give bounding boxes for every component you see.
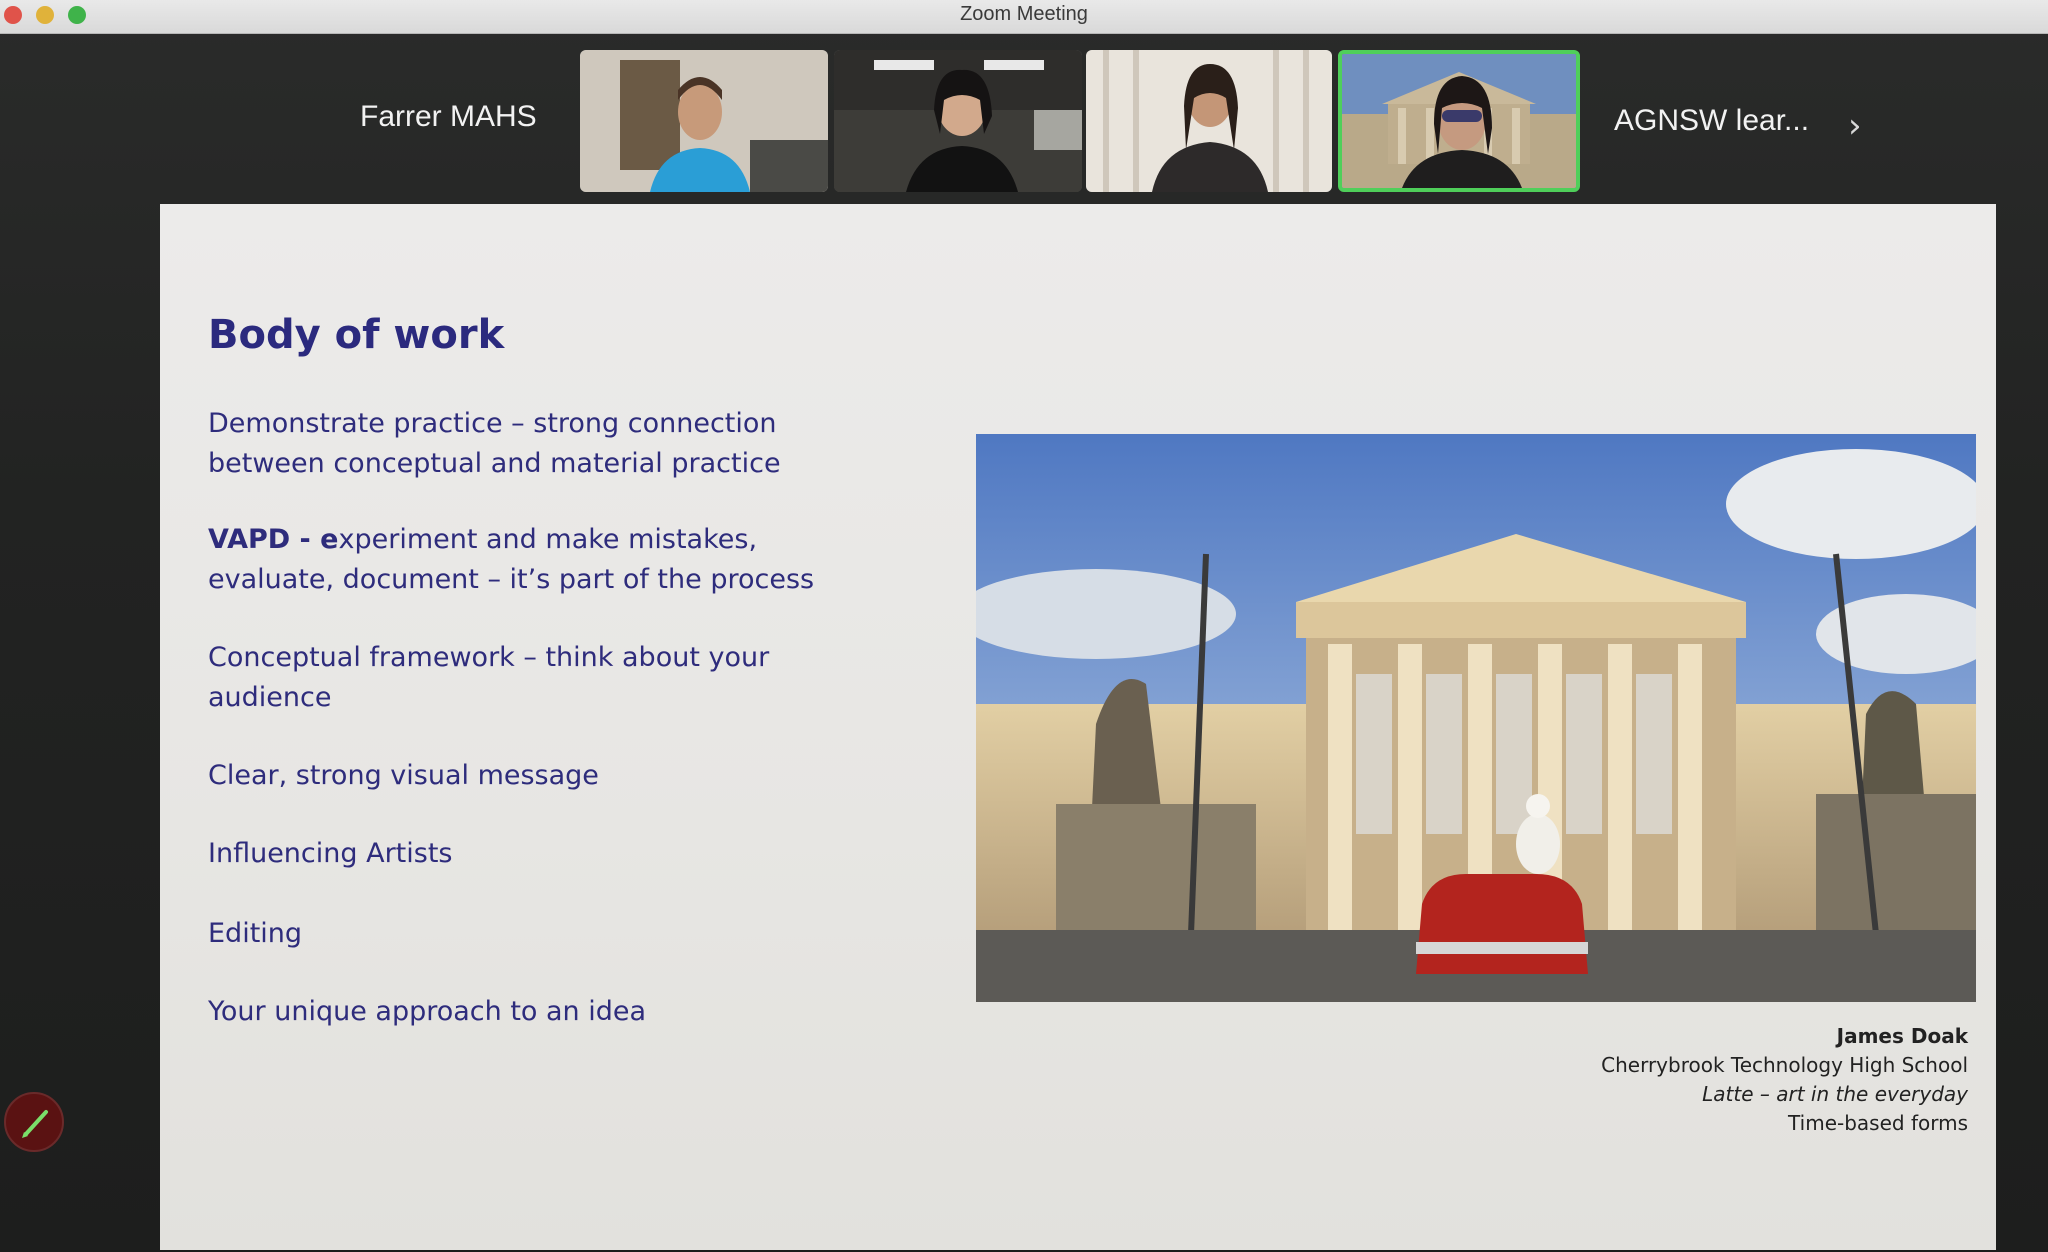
bullet-2-bold: VAPD - e xyxy=(208,524,339,555)
participant-video-active-speaker[interactable] xyxy=(1338,50,1580,192)
artwork-caption: James Doak Cherrybrook Technology High S… xyxy=(1601,1022,1968,1138)
bullet-3: Conceptual framework – think about your … xyxy=(208,642,770,713)
participant-video-2-image xyxy=(834,50,1082,192)
pencil-icon[interactable] xyxy=(4,1092,64,1152)
caption-form: Time-based forms xyxy=(1788,1111,1968,1135)
participant-name-farrer[interactable]: Farrer MAHS xyxy=(360,100,537,134)
window-titlebar: Zoom Meeting xyxy=(0,0,2048,34)
participant-name-agnsw[interactable]: AGNSW lear... xyxy=(1614,104,1809,138)
caption-work-title: Latte – art in the everyday xyxy=(1702,1082,1968,1106)
bullet-5: Influencing Artists xyxy=(208,838,453,869)
chevron-right-icon[interactable]: › xyxy=(1848,106,1862,146)
participant-video-2[interactable] xyxy=(834,50,1082,192)
bullet-1: Demonstrate practice – strong connection… xyxy=(208,408,781,479)
bullet-7: Your unique approach to an idea xyxy=(208,996,647,1027)
pencil-glyph xyxy=(22,1110,48,1138)
artwork-still-image xyxy=(976,434,1976,1002)
bullet-4: Clear, strong visual message xyxy=(208,760,599,791)
gallery-building-illustration xyxy=(976,434,1976,1002)
participant-video-1-image xyxy=(580,50,828,192)
caption-school: Cherrybrook Technology High School xyxy=(1601,1053,1968,1077)
slide-title: Body of work xyxy=(208,312,505,358)
participant-strip: Farrer MAHS AGNSW lear... › xyxy=(0,34,2048,204)
participant-video-3-image xyxy=(1086,50,1332,192)
shared-slide: Body of work Demonstrate practice – stro… xyxy=(160,204,1996,1250)
bullet-2: VAPD - experiment and make mistakes, eva… xyxy=(208,520,888,600)
window-title: Zoom Meeting xyxy=(960,3,1088,25)
caption-artist: James Doak xyxy=(1836,1024,1968,1048)
participant-video-4-image xyxy=(1342,54,1576,188)
participant-video-1[interactable] xyxy=(580,50,828,192)
participant-video-3[interactable] xyxy=(1086,50,1332,192)
bullet-6: Editing xyxy=(208,918,303,949)
